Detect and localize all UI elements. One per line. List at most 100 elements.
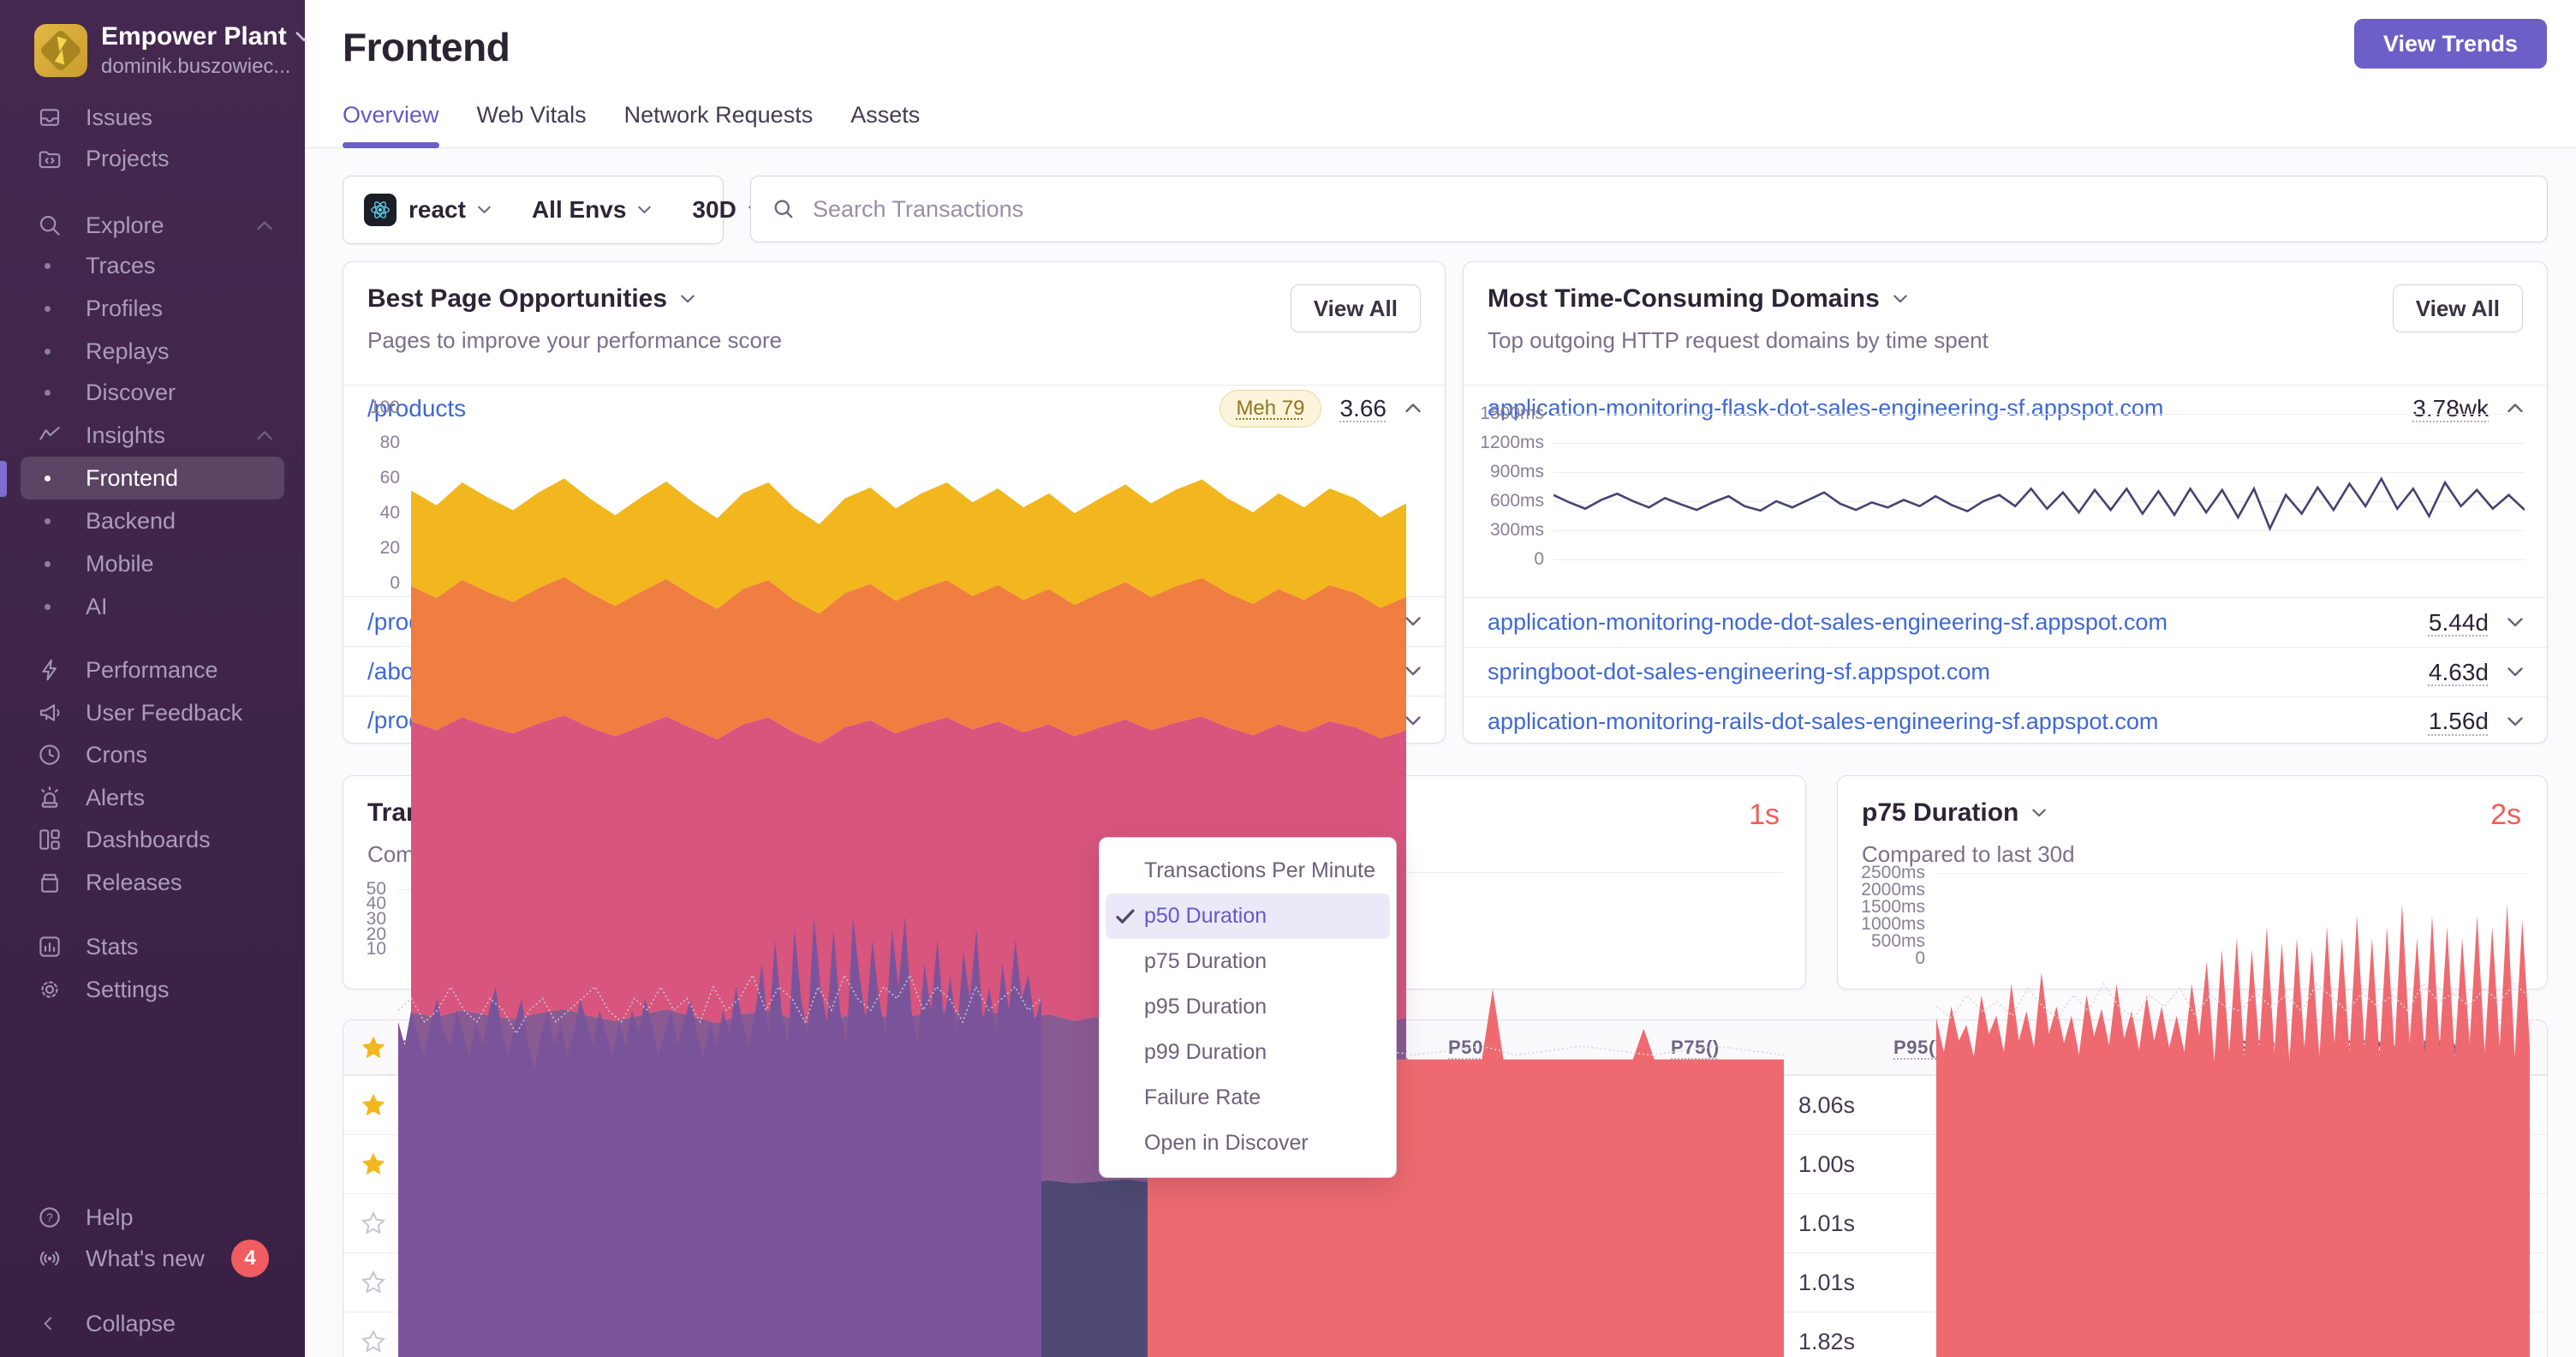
clock-icon <box>36 741 63 768</box>
star-toggle[interactable] <box>361 1329 386 1354</box>
org-logo-icon <box>34 24 87 77</box>
sidebar: Empower Plant dominik.buszowiec... Issue… <box>0 0 313 1357</box>
sidebar-item-stats[interactable]: Stats <box>0 925 305 968</box>
menu-item-p50-duration[interactable]: p50 Duration <box>1106 894 1390 939</box>
star-toggle[interactable] <box>361 1211 386 1236</box>
sidebar-item-explore[interactable]: Explore <box>0 204 305 247</box>
archive-icon <box>36 869 63 896</box>
menu-item-p75-duration[interactable]: p75 Duration <box>1100 939 1396 984</box>
sidebar-item-traces[interactable]: Traces <box>0 244 305 287</box>
chart-plot <box>1936 870 2530 1357</box>
bullet-icon <box>45 348 51 355</box>
sidebar-item-ai[interactable]: AI <box>0 585 305 628</box>
insights-icon <box>36 421 63 449</box>
sidebar-item-backend[interactable]: Backend <box>0 499 305 542</box>
bullet-icon <box>45 475 51 481</box>
dashboard-grid-icon <box>36 826 63 853</box>
search-input[interactable] <box>811 194 2526 224</box>
panel-title: Best Page Opportunities <box>367 284 668 313</box>
sidebar-item-profiles[interactable]: Profiles <box>0 287 305 330</box>
chevron-down-icon[interactable] <box>1405 617 1421 626</box>
whats-new-count-badge: 4 <box>231 1240 269 1277</box>
page-header: Frontend View Trends Overview Web Vitals… <box>305 0 2576 148</box>
sidebar-item-whats-new[interactable]: What's new 4 <box>0 1237 305 1280</box>
page-title: Frontend <box>343 25 510 69</box>
metric-dropdown-menu: Transactions Per Minute p50 Duration p75… <box>1099 837 1397 1178</box>
tab-assets[interactable]: Assets <box>850 102 920 147</box>
sidebar-item-help[interactable]: ? Help <box>0 1196 305 1239</box>
p75-chart: 2500ms 2000ms 1500ms 1000ms 500ms 0 <box>1853 863 2530 1357</box>
chevron-left-icon <box>36 1310 63 1337</box>
search-icon <box>36 212 63 239</box>
star-toggle[interactable] <box>361 1270 386 1295</box>
search-bar <box>750 176 2548 242</box>
issues-icon <box>36 104 63 131</box>
org-user: dominik.buszowiec... <box>101 55 291 78</box>
y-axis: 100 80 60 40 20 0 <box>369 398 400 593</box>
panel-subtitle: Top outgoing HTTP request domains by tim… <box>1488 327 1989 353</box>
menu-item-transactions-per-minute[interactable]: Transactions Per Minute <box>1100 848 1396 894</box>
siren-icon <box>36 784 63 811</box>
org-name: Empower Plant <box>101 22 287 51</box>
chart-plot <box>411 408 1406 1357</box>
sidebar-item-user-feedback[interactable]: User Feedback <box>0 691 305 734</box>
tab-overview[interactable]: Overview <box>343 102 439 148</box>
bullet-icon <box>45 560 51 567</box>
chevron-down-icon[interactable] <box>1893 295 1907 303</box>
page-filter-bar: react All Envs 30D <box>343 176 761 244</box>
y-axis: 1500ms 1200ms 900ms 600ms 300ms 0 <box>1480 403 1544 569</box>
tab-web-vitals[interactable]: Web Vitals <box>477 102 587 147</box>
sidebar-item-issues[interactable]: Issues <box>0 96 305 139</box>
panel-title: Most Time-Consuming Domains <box>1488 284 1880 313</box>
sidebar-item-mobile[interactable]: Mobile <box>0 542 305 585</box>
sidebar-item-alerts[interactable]: Alerts <box>0 776 305 819</box>
view-all-button[interactable]: View All <box>1290 284 1421 332</box>
chevron-down-icon[interactable] <box>1405 715 1421 726</box>
domain-duration-chart: 1500ms 1200ms 900ms 600ms 300ms 0 <box>1480 403 2525 569</box>
broadcast-icon <box>36 1245 63 1272</box>
environment-filter[interactable]: All Envs <box>511 176 671 243</box>
view-all-button[interactable]: View All <box>2392 284 2523 332</box>
chevron-up-icon[interactable] <box>1405 404 1421 413</box>
chevron-down-icon[interactable] <box>1405 667 1421 676</box>
svg-text:?: ? <box>46 1211 53 1224</box>
tab-network-requests[interactable]: Network Requests <box>624 102 814 147</box>
chevron-down-icon <box>638 206 652 214</box>
star-toggle[interactable] <box>361 1092 386 1118</box>
time-consuming-domains-panel: Most Time-Consuming Domains Top outgoing… <box>1463 261 2548 744</box>
chevron-up-icon <box>257 430 272 440</box>
star-toggle[interactable] <box>361 1151 386 1177</box>
sidebar-item-insights[interactable]: Insights <box>0 414 305 457</box>
menu-item-p95-duration[interactable]: p95 Duration <box>1100 984 1396 1030</box>
tpm-chart: 50 40 30 20 10 <box>357 879 1041 1357</box>
menu-item-open-in-discover[interactable]: Open in Discover <box>1100 1121 1396 1166</box>
tab-bar: Overview Web Vitals Network Requests Ass… <box>343 102 920 148</box>
project-filter[interactable]: react <box>343 176 511 243</box>
sidebar-collapse-button[interactable]: Collapse <box>0 1302 305 1345</box>
sidebar-item-dashboards[interactable]: Dashboards <box>0 818 305 861</box>
sidebar-item-releases[interactable]: Releases <box>0 861 305 904</box>
bar-chart-icon <box>36 933 63 960</box>
chevron-down-icon <box>478 206 491 214</box>
chevron-down-icon[interactable] <box>681 295 695 303</box>
react-icon <box>364 194 397 226</box>
view-trends-button[interactable]: View Trends <box>2353 19 2547 69</box>
sidebar-item-settings[interactable]: Settings <box>0 968 305 1011</box>
star-column-header[interactable] <box>361 1035 386 1061</box>
sidebar-item-performance[interactable]: Performance <box>0 649 305 691</box>
sidebar-item-projects[interactable]: Projects <box>0 137 305 180</box>
help-icon: ? <box>36 1204 63 1231</box>
chevron-up-icon <box>257 220 272 230</box>
check-icon <box>1116 908 1135 924</box>
sidebar-item-discover[interactable]: Discover <box>0 371 305 414</box>
lightning-icon <box>36 656 63 684</box>
menu-item-failure-rate[interactable]: Failure Rate <box>1100 1075 1396 1121</box>
web-vitals-stacked-chart: 100 80 60 40 20 0 <box>364 398 1406 1357</box>
menu-item-p99-duration[interactable]: p99 Duration <box>1100 1030 1396 1075</box>
org-switcher[interactable]: Empower Plant dominik.buszowiec... <box>34 22 313 79</box>
gear-icon <box>36 976 63 1003</box>
sidebar-item-crons[interactable]: Crons <box>0 733 305 776</box>
bullet-icon <box>45 517 51 524</box>
sidebar-item-replays[interactable]: Replays <box>0 330 305 373</box>
sidebar-item-frontend[interactable]: Frontend <box>21 457 284 499</box>
